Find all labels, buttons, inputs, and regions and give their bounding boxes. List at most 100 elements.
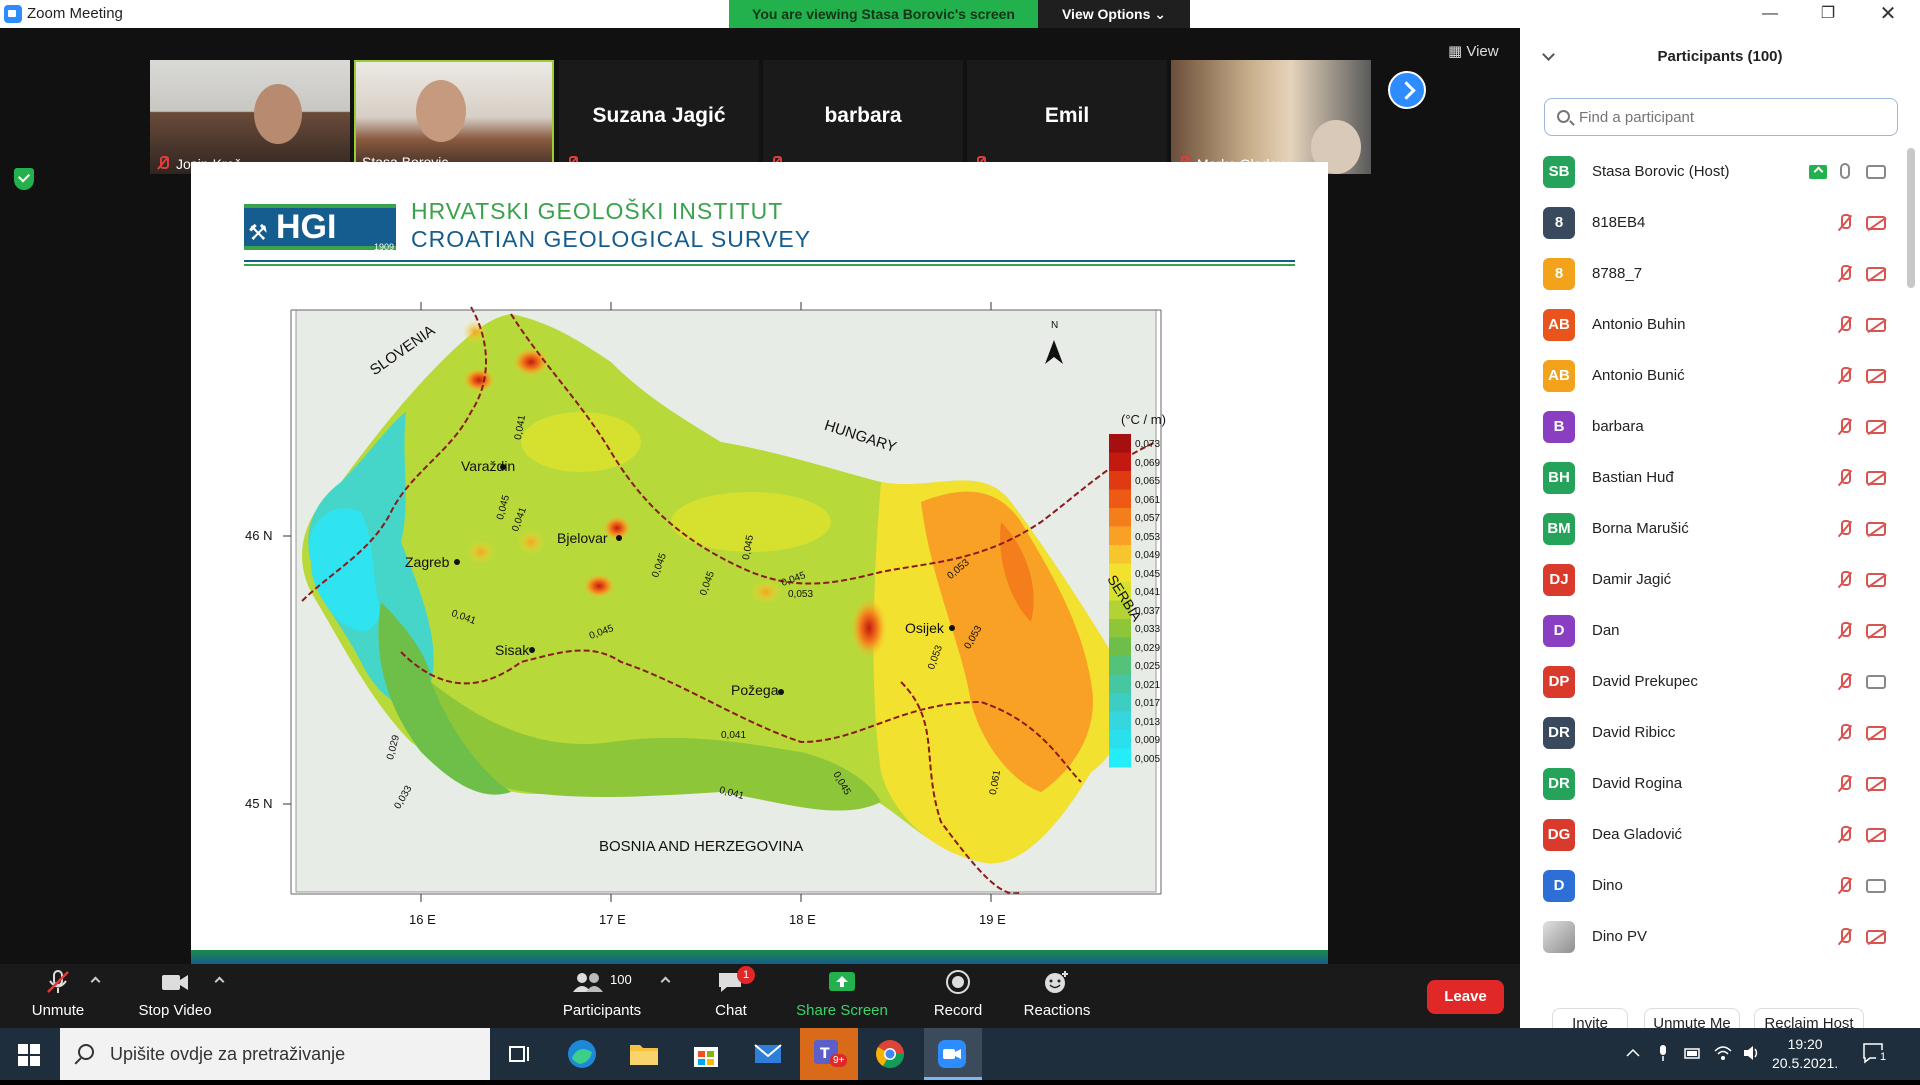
participant-row[interactable]: DP David Prekupec bbox=[1520, 656, 1910, 707]
record-button[interactable]: Record bbox=[928, 970, 988, 1019]
participant-video bbox=[254, 84, 302, 144]
stop-video-label: Stop Video bbox=[138, 1002, 212, 1019]
file-explorer-icon[interactable] bbox=[626, 1036, 662, 1072]
legend-value: 0,009 bbox=[1135, 735, 1161, 746]
participant-row[interactable]: AB Antonio Buhin bbox=[1520, 299, 1910, 350]
next-videos-arrow-icon[interactable] bbox=[1388, 71, 1426, 109]
mic-muted-icon bbox=[1837, 214, 1853, 233]
participant-row[interactable]: AB Antonio Bunić bbox=[1520, 350, 1910, 401]
legend-swatch bbox=[1109, 545, 1131, 564]
avatar bbox=[1543, 921, 1575, 953]
windows-start-icon[interactable] bbox=[18, 1044, 40, 1066]
participants-button[interactable]: 100 Participants bbox=[556, 970, 648, 1019]
participant-name: David Ribicc bbox=[1592, 724, 1676, 741]
avatar: AB bbox=[1543, 360, 1575, 392]
microsoft-store-icon[interactable] bbox=[688, 1036, 724, 1072]
legend-value: 0,033 bbox=[1135, 624, 1161, 635]
participant-name: Dino PV bbox=[1592, 928, 1648, 945]
legend-swatch bbox=[1109, 619, 1131, 638]
zoom-taskbar-icon[interactable] bbox=[924, 1028, 982, 1080]
participant-list-scrollbar[interactable] bbox=[1907, 148, 1915, 288]
participants-options-caret-icon[interactable] bbox=[660, 976, 671, 987]
share-screen-button[interactable]: Share Screen bbox=[794, 970, 890, 1019]
view-button[interactable]: ▦ View bbox=[1448, 42, 1499, 60]
participant-name: Bastian Huđ bbox=[1592, 469, 1674, 486]
participant-row[interactable]: Dino PV bbox=[1520, 911, 1910, 962]
avatar: D bbox=[1543, 615, 1575, 647]
participant-row[interactable]: 8 8788_7 bbox=[1520, 248, 1910, 299]
notifications-count: 1 bbox=[1876, 1050, 1890, 1064]
avatar: SB bbox=[1543, 156, 1575, 188]
video-tile-suzana[interactable]: Suzana Jagić bbox=[559, 60, 759, 174]
view-options-button[interactable]: View Options ⌄ bbox=[1038, 0, 1190, 28]
video-tile-marko[interactable]: Marko Gladov... bbox=[1171, 60, 1371, 174]
participant-row[interactable]: DG Dea Gladović bbox=[1520, 809, 1910, 860]
battery-icon[interactable] bbox=[1684, 1044, 1702, 1062]
video-camera-off-icon bbox=[1866, 624, 1886, 638]
video-tile-stasa[interactable]: Stasa Borovic bbox=[354, 60, 554, 174]
avatar: DG bbox=[1543, 819, 1575, 851]
participant-row[interactable]: DR David Ribicc bbox=[1520, 707, 1910, 758]
mic-muted-icon bbox=[1837, 622, 1853, 641]
participant-row[interactable]: BM Borna Marušić bbox=[1520, 503, 1910, 554]
header-rule-green bbox=[244, 264, 1295, 266]
video-tile-barbara[interactable]: barbara bbox=[763, 60, 963, 174]
share-screen-icon bbox=[828, 970, 856, 994]
longitude-tick: 17 E bbox=[599, 912, 626, 927]
video-camera-off-icon bbox=[1866, 216, 1886, 230]
video-camera-icon bbox=[161, 970, 189, 994]
reactions-button[interactable]: Reactions bbox=[1020, 970, 1094, 1019]
participant-row[interactable]: D Dan bbox=[1520, 605, 1910, 656]
unmute-button[interactable]: Unmute bbox=[22, 970, 94, 1019]
clock-time: 19:20 bbox=[1787, 1036, 1823, 1052]
video-tile-josip[interactable]: Josip Kraš bbox=[150, 60, 350, 174]
edge-browser-icon[interactable] bbox=[564, 1036, 600, 1072]
taskbar-search-box[interactable]: Upišite ovdje za pretraživanje bbox=[60, 1028, 490, 1080]
contour-label: 0,053 bbox=[788, 589, 814, 600]
city-label: Osijek bbox=[905, 620, 944, 636]
participants-header: Participants (100) bbox=[1657, 48, 1783, 65]
mic-muted-icon bbox=[156, 156, 169, 170]
avatar: BH bbox=[1543, 462, 1575, 494]
chrome-icon[interactable] bbox=[872, 1036, 908, 1072]
participant-row[interactable]: DR David Rogina bbox=[1520, 758, 1910, 809]
close-button[interactable]: ✕ bbox=[1860, 0, 1916, 28]
smiley-plus-icon bbox=[1043, 970, 1071, 994]
legend-swatch bbox=[1109, 526, 1131, 546]
legend-swatch bbox=[1109, 711, 1131, 731]
participant-row[interactable]: BH Bastian Huđ bbox=[1520, 452, 1910, 503]
notifications-icon[interactable]: 1 bbox=[1862, 1042, 1890, 1064]
teams-badge: 9+ bbox=[830, 1054, 848, 1067]
participant-row[interactable]: DJ Damir Jagić bbox=[1520, 554, 1910, 605]
mic-muted-icon bbox=[1837, 367, 1853, 386]
microphone-tray-icon[interactable] bbox=[1654, 1044, 1672, 1062]
security-shield-icon[interactable] bbox=[14, 168, 34, 190]
video-camera-off-icon bbox=[1866, 930, 1886, 944]
teams-icon[interactable]: T 9+ bbox=[800, 1028, 858, 1080]
system-clock[interactable]: 19:20 20.5.2021. bbox=[1772, 1035, 1838, 1073]
avatar: DP bbox=[1543, 666, 1575, 698]
participant-row[interactable]: D Dino bbox=[1520, 860, 1910, 911]
chat-label: Chat bbox=[715, 1002, 747, 1019]
find-participant-input[interactable] bbox=[1544, 98, 1898, 136]
wifi-icon[interactable] bbox=[1714, 1044, 1732, 1062]
participant-name: Antonio Buhin bbox=[1592, 316, 1686, 333]
mail-icon[interactable] bbox=[750, 1036, 786, 1072]
maximize-button[interactable]: ❐ bbox=[1800, 0, 1856, 28]
task-view-icon[interactable] bbox=[502, 1036, 538, 1072]
video-tile-emil[interactable]: Emil bbox=[967, 60, 1167, 174]
contour-label: 0,041 bbox=[721, 730, 747, 741]
participant-name: David Prekupec bbox=[1592, 673, 1698, 690]
show-hidden-icons-chevron-icon[interactable] bbox=[1624, 1044, 1642, 1062]
stop-video-button[interactable]: Stop Video bbox=[132, 970, 218, 1019]
chat-button[interactable]: 1 Chat bbox=[706, 966, 756, 1019]
participant-row[interactable]: SB Stasa Borovic (Host) bbox=[1520, 146, 1910, 197]
leave-meeting-button[interactable]: Leave bbox=[1427, 980, 1504, 1014]
participant-name: Antonio Bunić bbox=[1592, 367, 1685, 384]
volume-icon[interactable] bbox=[1742, 1044, 1760, 1062]
participant-row[interactable]: Bbarbara bbox=[1520, 401, 1910, 452]
participant-name: Dan bbox=[1592, 622, 1620, 639]
participant-row[interactable]: 8 818EB4 bbox=[1520, 197, 1910, 248]
minimize-button[interactable]: — bbox=[1742, 0, 1798, 28]
chat-icon: 1 bbox=[717, 966, 755, 994]
